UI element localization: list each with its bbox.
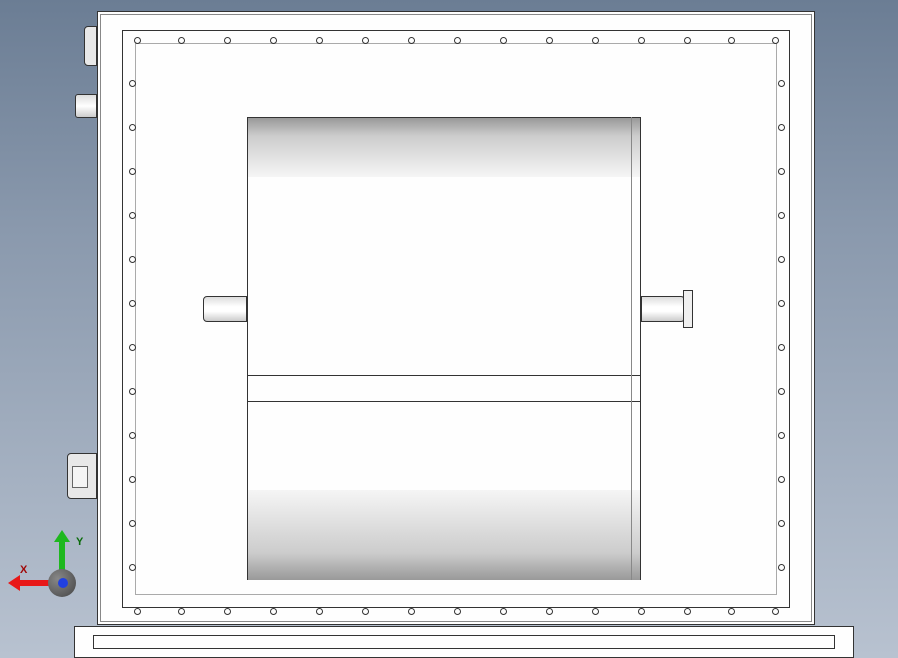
drum-seam-line-upper [248, 375, 640, 376]
bolt-hole [592, 37, 599, 44]
bolt-hole [638, 37, 645, 44]
bolt-hole [500, 37, 507, 44]
bolt-hole [500, 608, 507, 615]
bolt-hole [778, 520, 785, 527]
drum-edge-line [631, 117, 632, 580]
base-plate [74, 626, 854, 658]
bolt-hole [134, 37, 141, 44]
axis-triad[interactable]: Y X [18, 536, 88, 606]
bolt-hole [778, 432, 785, 439]
bolt-hole [178, 37, 185, 44]
bolt-hole [454, 608, 461, 615]
z-axis-icon[interactable] [58, 578, 68, 588]
bolt-hole [778, 256, 785, 263]
bolt-hole [772, 608, 779, 615]
bolt-hole [592, 608, 599, 615]
bolt-hole [178, 608, 185, 615]
bolt-hole [546, 608, 553, 615]
shaft-stub-right [641, 296, 685, 322]
bolt-hole [362, 608, 369, 615]
drum-top-shading [248, 117, 640, 177]
bolt-hole [778, 344, 785, 351]
bolt-hole [778, 80, 785, 87]
left-fitting-top [84, 26, 97, 66]
left-fitting-stub [75, 94, 97, 118]
bolt-hole [129, 168, 136, 175]
bolt-hole [778, 388, 785, 395]
bolt-hole [224, 608, 231, 615]
bolt-hole [778, 168, 785, 175]
bolt-hole [129, 344, 136, 351]
bolt-hole [316, 37, 323, 44]
bolt-hole [408, 37, 415, 44]
bolt-hole [129, 80, 136, 87]
bolt-hole [224, 37, 231, 44]
x-axis-label: X [20, 564, 27, 576]
base-plate-inner [93, 635, 835, 649]
bolt-hole [778, 476, 785, 483]
drum-seam-line-lower [248, 401, 640, 402]
bolt-hole [134, 608, 141, 615]
bolt-hole [546, 37, 553, 44]
bolt-hole [778, 564, 785, 571]
bolt-hole [684, 608, 691, 615]
bolt-hole [129, 564, 136, 571]
bolt-hole [129, 432, 136, 439]
cylindrical-drum [247, 117, 641, 580]
y-axis-label: Y [76, 536, 83, 548]
bolt-hole [129, 388, 136, 395]
bolt-hole [270, 608, 277, 615]
left-fitting-bottom [67, 453, 97, 499]
bolt-hole [728, 37, 735, 44]
bolt-hole [778, 124, 785, 131]
drum-bottom-shading [248, 490, 640, 580]
bolt-hole [129, 124, 136, 131]
bolt-hole [778, 212, 785, 219]
bolt-hole [129, 256, 136, 263]
shaft-stub-left [203, 296, 247, 322]
bolt-hole [684, 37, 691, 44]
bolt-hole [129, 520, 136, 527]
bolt-hole [129, 300, 136, 307]
bolt-hole [408, 608, 415, 615]
cad-viewport[interactable]: Y X [0, 0, 898, 658]
bolt-hole [270, 37, 277, 44]
bolt-hole [129, 212, 136, 219]
bolt-hole [728, 608, 735, 615]
bolt-hole [454, 37, 461, 44]
bolt-hole [778, 300, 785, 307]
bolt-hole [638, 608, 645, 615]
bolt-hole [129, 476, 136, 483]
bolt-hole [362, 37, 369, 44]
shaft-right-cap [683, 290, 693, 328]
bolt-hole [772, 37, 779, 44]
bolt-hole [316, 608, 323, 615]
